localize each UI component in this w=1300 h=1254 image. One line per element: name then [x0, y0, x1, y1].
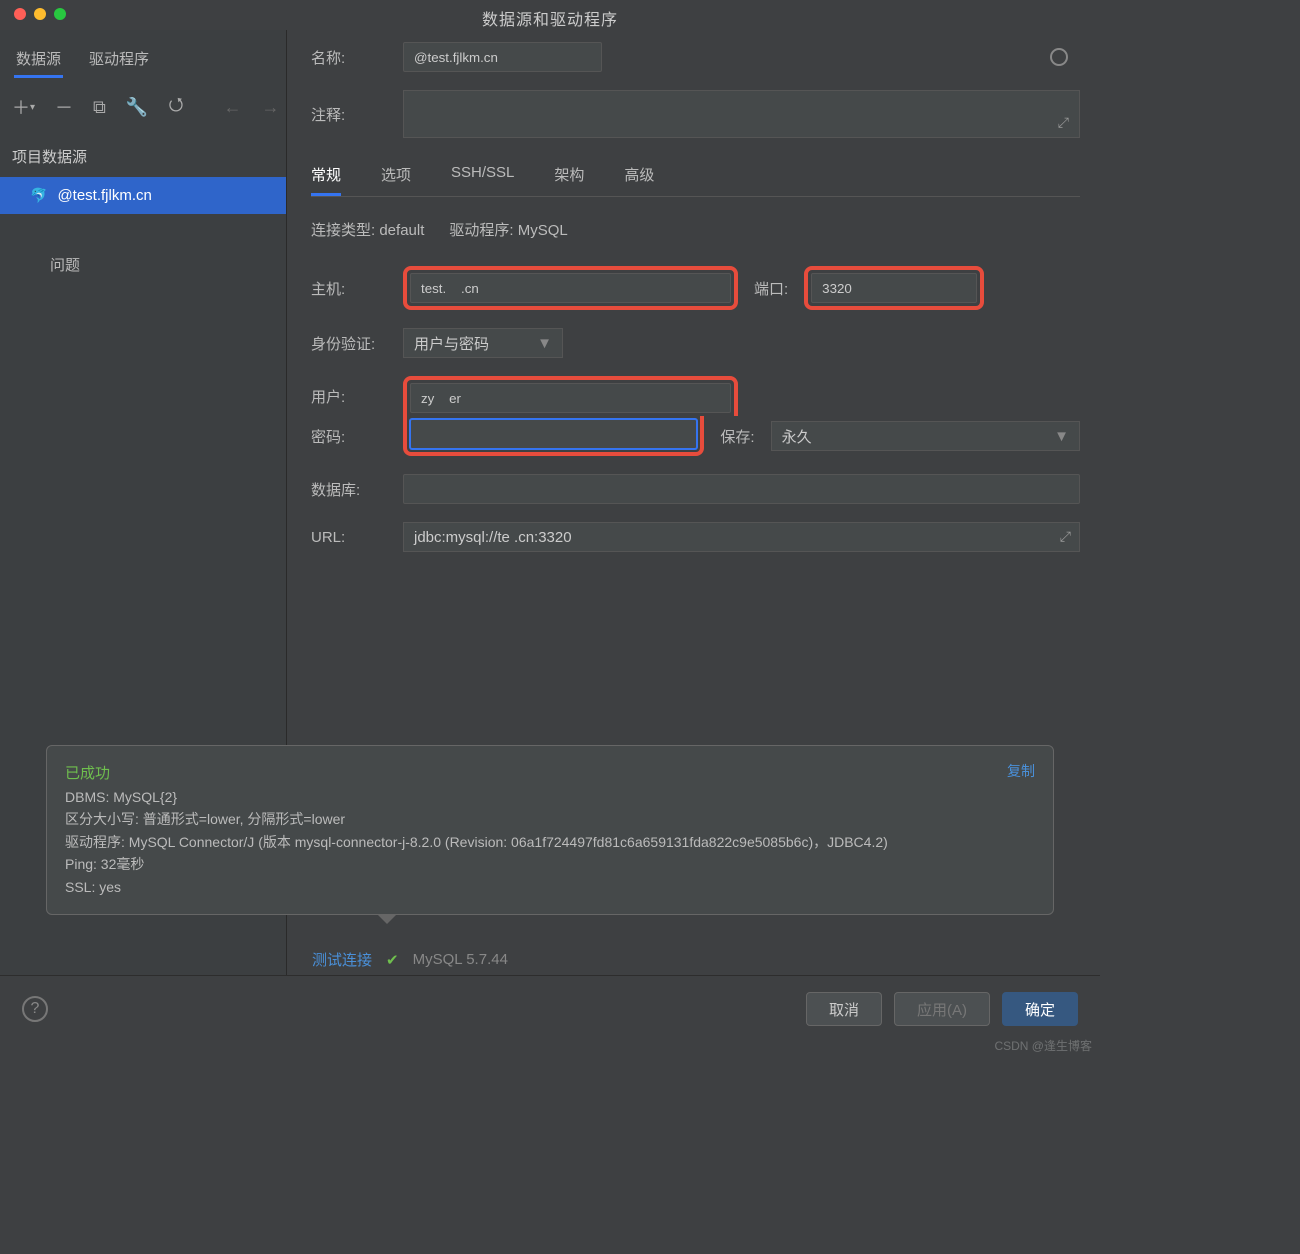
- window-title: 数据源和驱动程序: [0, 0, 1100, 30]
- color-picker-icon[interactable]: [1050, 48, 1068, 66]
- database-input[interactable]: [403, 474, 1080, 504]
- auth-label: 身份验证:: [311, 333, 387, 354]
- test-connection-row: 测试连接 ✔ MySQL 5.7.44: [312, 949, 508, 970]
- name-input[interactable]: [403, 42, 602, 72]
- save-select[interactable]: 永久▼: [771, 421, 1080, 451]
- comment-label: 注释:: [311, 104, 387, 125]
- traffic-lights: [14, 8, 66, 20]
- database-label: 数据库:: [311, 479, 387, 500]
- cancel-button[interactable]: 取消: [806, 992, 882, 1026]
- user-input[interactable]: [410, 383, 731, 413]
- add-icon[interactable]: ＋▾: [12, 94, 35, 120]
- password-label: 密码:: [311, 426, 387, 447]
- chevron-down-icon: ▼: [537, 335, 552, 352]
- tab-drivers[interactable]: 驱动程序: [87, 42, 151, 78]
- user-label: 用户:: [311, 386, 387, 407]
- tab-datasource[interactable]: 数据源: [14, 42, 63, 78]
- comment-input[interactable]: ⤢: [403, 90, 1080, 138]
- conn-type-link[interactable]: default: [379, 222, 424, 239]
- url-input[interactable]: jdbc:mysql://te .cn:3320 ⤢: [403, 522, 1080, 552]
- popup-line: DBMS: MySQL{2}: [65, 786, 1035, 808]
- auth-select[interactable]: 用户与密码▼: [403, 328, 563, 358]
- help-icon[interactable]: ?: [22, 996, 48, 1022]
- forward-icon: →: [261, 97, 279, 118]
- reset-icon[interactable]: ⭯: [168, 92, 183, 122]
- watermark: CSDN @逢生博客: [994, 1037, 1092, 1054]
- ok-button[interactable]: 确定: [1002, 992, 1078, 1026]
- datasource-item[interactable]: 🐬 @test.fjlkm.cn: [0, 177, 286, 214]
- datasource-name: @test.fjlkm.cn: [57, 187, 151, 204]
- back-icon: ←: [223, 97, 241, 118]
- popup-line: 驱动程序: MySQL Connector/J (版本 mysql-connec…: [65, 831, 1035, 853]
- sidebar-section-header: 项目数据源: [0, 136, 286, 177]
- title-bar: 数据源和驱动程序: [0, 0, 1100, 30]
- success-label: 已成功: [65, 762, 1035, 786]
- db-version: MySQL 5.7.44: [413, 951, 508, 968]
- expand-icon[interactable]: ⤢: [1058, 114, 1069, 131]
- tab-ssh[interactable]: SSH/SSL: [451, 156, 514, 196]
- driver-link[interactable]: MySQL: [518, 222, 568, 239]
- tab-options[interactable]: 选项: [381, 156, 411, 196]
- popup-line: 区分大小写: 普通形式=lower, 分隔形式=lower: [65, 808, 1035, 830]
- tab-advanced[interactable]: 高级: [624, 156, 654, 196]
- save-label: 保存:: [720, 426, 754, 447]
- test-connection-link[interactable]: 测试连接: [312, 949, 372, 970]
- name-label: 名称:: [311, 47, 387, 68]
- connection-meta: 连接类型: default 驱动程序: MySQL: [311, 219, 1080, 240]
- test-result-popup: 复制 已成功 DBMS: MySQL{2} 区分大小写: 普通形式=lower,…: [46, 745, 1054, 915]
- duplicate-icon[interactable]: ⧉: [93, 97, 106, 118]
- tab-schema[interactable]: 架构: [554, 156, 584, 196]
- remove-icon[interactable]: －: [55, 94, 73, 120]
- port-input[interactable]: [811, 273, 977, 303]
- url-label: URL:: [311, 529, 387, 546]
- sidebar-toolbar: ＋▾ － ⧉ 🔧 ⭯ ← →: [0, 78, 286, 136]
- port-label: 端口:: [754, 278, 788, 299]
- close-window-icon[interactable]: [14, 8, 26, 20]
- copy-link[interactable]: 复制: [1007, 760, 1035, 782]
- popup-line: Ping: 32毫秒: [65, 853, 1035, 875]
- apply-button[interactable]: 应用(A): [894, 992, 990, 1026]
- sidebar-item-problems[interactable]: 问题: [0, 244, 286, 285]
- mysql-icon: 🐬: [30, 187, 47, 204]
- password-input[interactable]: [410, 419, 697, 449]
- wrench-icon[interactable]: 🔧: [126, 97, 148, 118]
- config-tabs: 常规 选项 SSH/SSL 架构 高级: [311, 156, 1080, 197]
- host-input[interactable]: [410, 273, 731, 303]
- minimize-window-icon[interactable]: [34, 8, 46, 20]
- chevron-down-icon: ▼: [1054, 428, 1069, 445]
- check-icon: ✔: [386, 951, 399, 969]
- tab-general[interactable]: 常规: [311, 156, 341, 196]
- footer: ? 取消 应用(A) 确定: [0, 975, 1100, 1042]
- maximize-window-icon[interactable]: [54, 8, 66, 20]
- popup-line: SSL: yes: [65, 876, 1035, 898]
- host-label: 主机:: [311, 278, 387, 299]
- expand-icon[interactable]: ⤢: [1060, 528, 1071, 545]
